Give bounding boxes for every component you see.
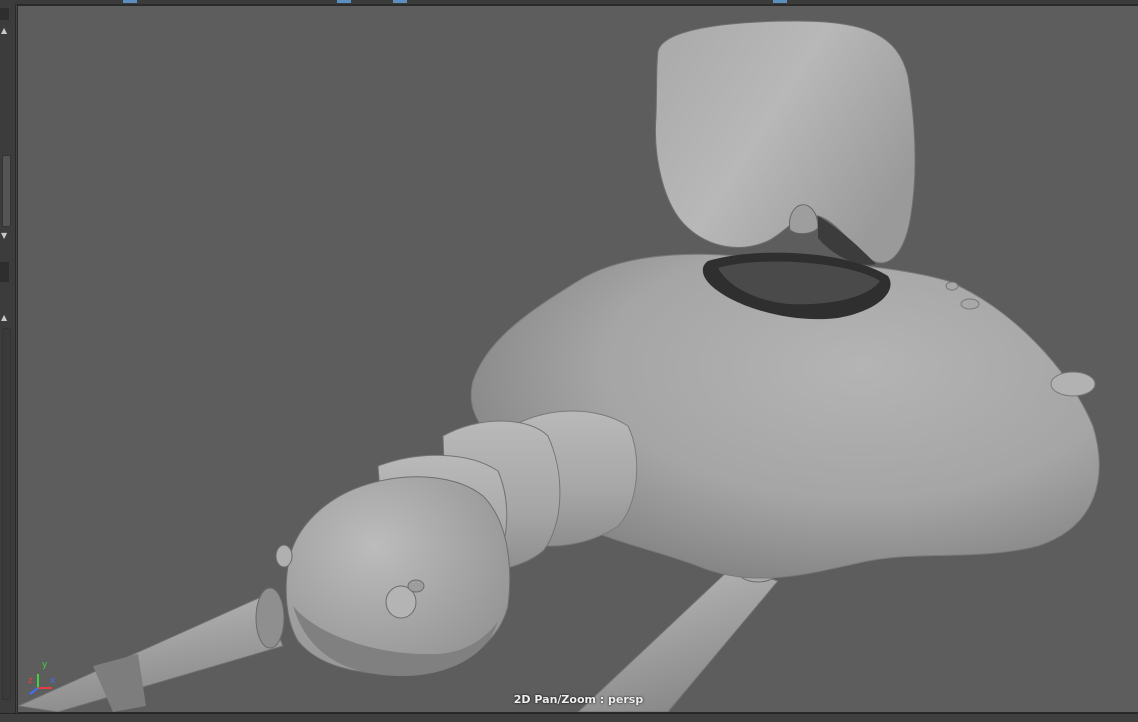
scroll-up-arrow-icon[interactable]: ▲ — [1, 27, 7, 35]
viewport-hud-label: 2D Pan/Zoom : persp — [513, 693, 644, 706]
axis-x-label: x — [50, 676, 56, 686]
viewport-scene[interactable] — [18, 6, 1138, 712]
side-bump — [945, 281, 959, 291]
toolbar-marker[interactable] — [123, 0, 137, 3]
strip-scroll-track-lower[interactable] — [2, 328, 11, 700]
axis-gizmo — [29, 674, 52, 695]
left-side-strip: ▲ ▼ ▲ — [0, 0, 16, 721]
scroll-up-arrow-icon-lower[interactable]: ▲ — [1, 314, 7, 322]
head-knob — [275, 544, 293, 568]
3d-viewport[interactable]: y z x 2D Pan/Zoom : persp — [17, 5, 1138, 713]
strip-button-top[interactable] — [0, 8, 9, 20]
axis-y-label: y — [42, 660, 48, 670]
strip-scroll-track[interactable] — [2, 155, 11, 227]
toolbar-marker[interactable] — [773, 0, 787, 3]
side-bump — [960, 298, 980, 310]
scroll-down-arrow-icon[interactable]: ▼ — [1, 232, 7, 240]
strip-button-mid[interactable] — [0, 262, 9, 282]
seat-back[interactable] — [655, 20, 916, 264]
side-bump — [1050, 371, 1096, 397]
toolbar-marker[interactable] — [393, 0, 407, 3]
toolbar-marker[interactable] — [337, 0, 351, 3]
axis-z-label: z — [28, 676, 33, 686]
